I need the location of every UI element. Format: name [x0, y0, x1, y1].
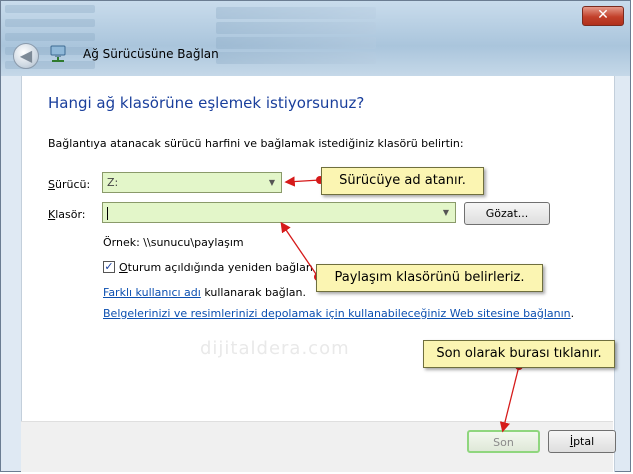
- folder-note-callout: Paylaşım klasörünü belirleriz.: [316, 264, 543, 292]
- annotation-arrows: [280, 176, 523, 433]
- folder-note-arrow: [280, 221, 319, 278]
- finish-note-arrow: [499, 365, 520, 433]
- drive-note-arrow: [284, 176, 321, 187]
- drive-note-callout: Sürücüye ad atanır.: [321, 167, 484, 195]
- finish-note-callout: Son olarak burası tıklanır.: [423, 340, 615, 368]
